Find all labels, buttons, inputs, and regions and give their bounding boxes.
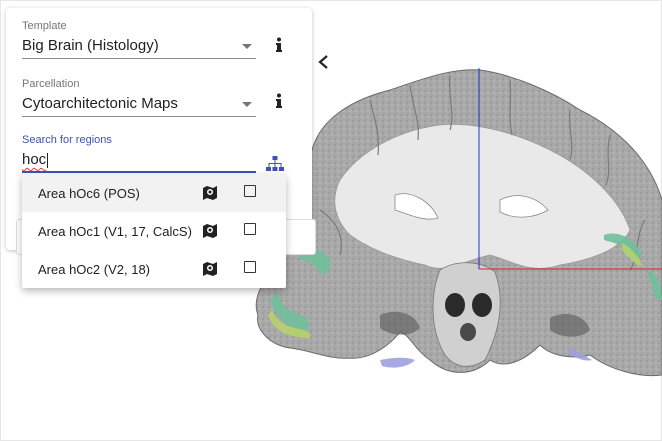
checkbox-icon[interactable] [244,261,256,273]
template-select[interactable]: Template Big Brain (Histology) [22,20,256,59]
parcellation-selected: Cytoarchitectonic Maps [22,95,178,112]
chevron-left-icon[interactable] [317,54,329,70]
chevron-down-icon[interactable] [242,102,252,107]
checkbox-icon[interactable] [244,185,256,197]
hierarchy-icon[interactable] [266,156,284,172]
chevron-down-icon[interactable] [242,44,252,49]
info-icon[interactable] [274,93,284,109]
region-lavender-left [380,357,415,368]
result-label: Area hOc2 (V2, 18) [38,262,150,277]
template-label: Template [22,20,67,32]
checkbox-icon[interactable] [244,223,256,235]
template-value[interactable]: Big Brain (Histology) [22,36,256,59]
result-option[interactable]: Area hOc1 (V1, 17, CalcS) [22,212,286,250]
map-marker-icon[interactable] [202,261,218,277]
map-marker-icon[interactable] [202,185,218,201]
result-label: Area hOc1 (V1, 17, CalcS) [38,224,192,239]
template-selected: Big Brain (Histology) [22,37,159,54]
text-cursor [47,152,49,168]
region-search[interactable]: Search for regions hoc [22,134,256,173]
parcellation-label: Parcellation [22,78,80,90]
info-icon[interactable] [274,37,284,53]
map-marker-icon[interactable] [202,223,218,239]
result-option[interactable]: Area hOc6 (POS) [22,174,286,212]
parcellation-value[interactable]: Cytoarchitectonic Maps [22,94,256,117]
search-input[interactable]: hoc [22,150,256,173]
parcellation-select[interactable]: Parcellation Cytoarchitectonic Maps [22,78,256,117]
search-label: Search for regions [22,134,112,146]
result-option[interactable]: Area hOc2 (V2, 18) [22,250,286,288]
result-label: Area hOc6 (POS) [38,186,140,201]
search-query: hoc [22,151,47,168]
search-results-dropdown: Area hOc6 (POS) Area hOc1 (V1, 17, CalcS… [22,174,286,288]
